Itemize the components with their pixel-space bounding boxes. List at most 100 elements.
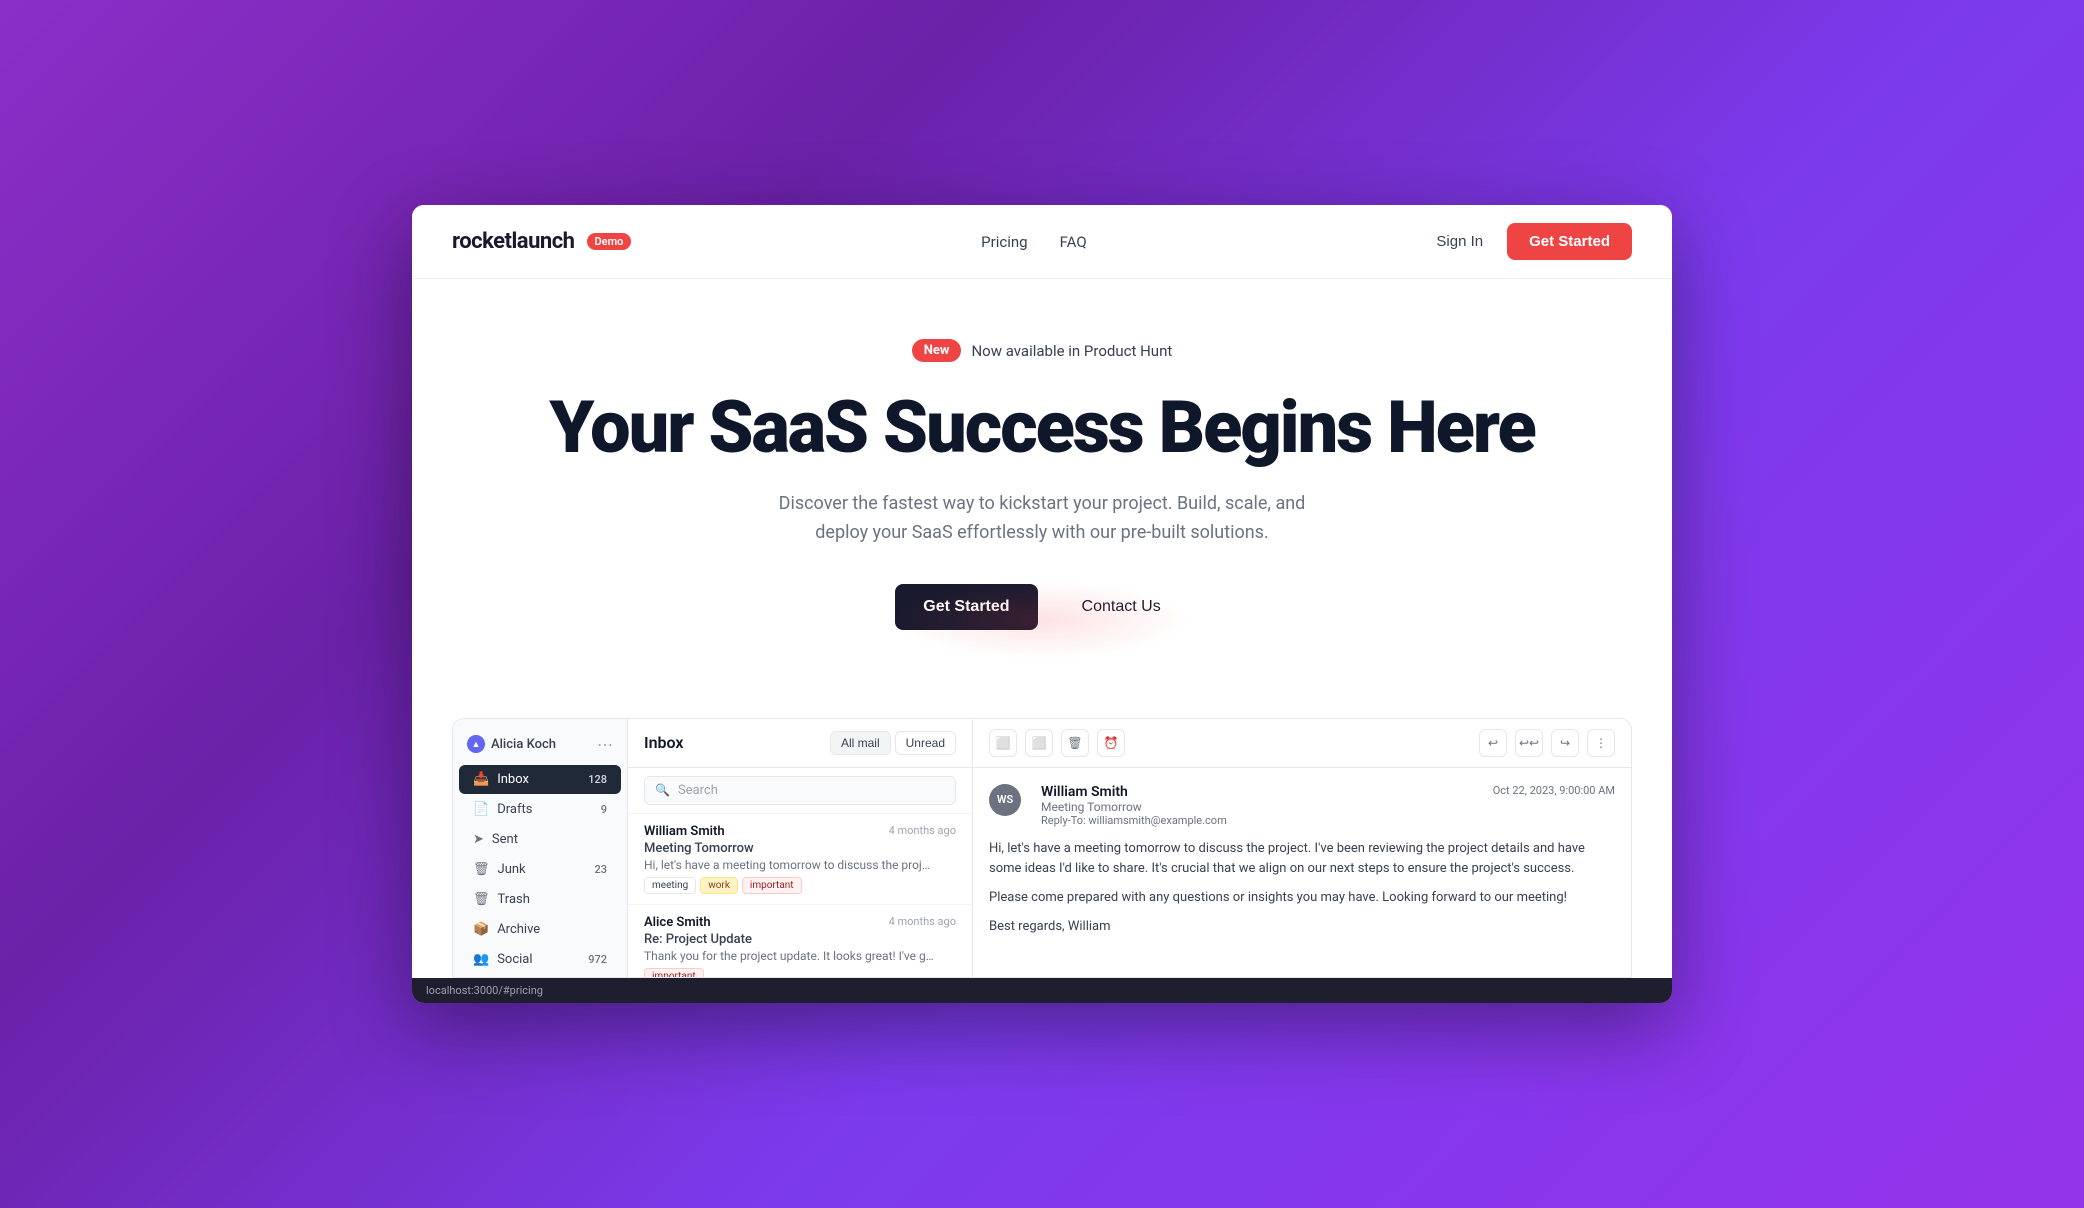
- social-count: 972: [588, 953, 607, 966]
- sidebar-menu-icon[interactable]: ⋯: [597, 735, 613, 754]
- tag-meeting: meeting: [644, 877, 696, 894]
- get-started-nav-button[interactable]: Get Started: [1507, 223, 1632, 260]
- filter-all-button[interactable]: All mail: [830, 731, 891, 755]
- inbox-count: 128: [588, 773, 607, 786]
- email-tags-1: meeting work important: [644, 877, 956, 894]
- toolbar-right-icons: ↩ ↩↩ ↪ ⋮: [1479, 729, 1615, 757]
- search-icon: 🔍: [655, 783, 670, 797]
- tag-work: work: [700, 877, 738, 894]
- email-app-preview: ▲ Alicia Koch ⋯ 📥 Inbox 128 📄 Drafts: [452, 718, 1632, 978]
- nav-link-faq[interactable]: FAQ: [1060, 233, 1087, 251]
- sent-label: Sent: [492, 832, 518, 847]
- drafts-count: 9: [601, 803, 607, 816]
- email-time-1: 4 months ago: [889, 824, 956, 839]
- announcement-bar: New Now available in Product Hunt: [452, 339, 1632, 362]
- logo-text: rocketlaunch: [452, 229, 575, 254]
- email-body: Hi, let's have a meeting tomorrow to dis…: [989, 839, 1615, 938]
- sign-in-button[interactable]: Sign In: [1436, 233, 1483, 250]
- inbox-label: Inbox: [497, 772, 529, 787]
- email-detail-header: WS William Smith Meeting Tomorrow Reply-…: [989, 784, 1615, 827]
- email-detail-content: WS William Smith Meeting Tomorrow Reply-…: [973, 768, 1631, 962]
- forward-toolbar-icon[interactable]: ↪: [1551, 729, 1579, 757]
- logo-area: rocketlaunch Demo: [452, 229, 631, 254]
- inbox-icon: 📥: [473, 772, 489, 787]
- search-input-wrap[interactable]: 🔍 Search: [644, 776, 956, 805]
- body-paragraph-1: Hi, let's have a meeting tomorrow to dis…: [989, 839, 1615, 881]
- detail-subject: Meeting Tomorrow: [1041, 800, 1227, 814]
- sidebar-item-inbox[interactable]: 📥 Inbox 128: [459, 765, 621, 794]
- social-icon: 👥: [473, 952, 489, 967]
- tag-important-2: important: [644, 968, 704, 977]
- detail-date: Oct 22, 2023, 9:00:00 AM: [1493, 784, 1615, 797]
- email-sidebar: ▲ Alicia Koch ⋯ 📥 Inbox 128 📄 Drafts: [453, 719, 628, 977]
- social-label: Social: [497, 952, 532, 967]
- sidebar-item-junk[interactable]: 🗑 Junk 23: [459, 855, 621, 884]
- detail-sender-name: William Smith: [1041, 784, 1227, 800]
- nav-actions: Sign In Get Started: [1436, 223, 1632, 260]
- sidebar-item-trash[interactable]: 🗑 Trash: [459, 885, 621, 914]
- email-list-panel: Inbox All mail Unread 🔍 Search William S…: [628, 719, 973, 977]
- get-started-hero-button[interactable]: Get Started: [895, 584, 1037, 630]
- trash-icon: 🗑: [473, 892, 490, 907]
- email-tags-2: important: [644, 968, 956, 977]
- hero-section: New Now available in Product Hunt Your S…: [412, 279, 1672, 717]
- email-detail-toolbar: ⬜ ⬜ 🗑 ⏰ ↩ ↩↩ ↪ ⋮: [973, 719, 1631, 768]
- email-filter-buttons: All mail Unread: [830, 731, 956, 755]
- email-list-title: Inbox: [644, 733, 684, 752]
- junk-label: Junk: [498, 862, 526, 877]
- drafts-label: Drafts: [497, 802, 532, 817]
- sidebar-item-social[interactable]: 👥 Social 972: [459, 945, 621, 974]
- user-avatar-icon: ▲: [467, 735, 485, 753]
- archive-label: Archive: [497, 922, 540, 937]
- tag-important: important: [742, 877, 802, 894]
- email-sender-2: Alice Smith: [644, 915, 711, 930]
- sidebar-username: Alicia Koch: [491, 737, 556, 752]
- junk-count: 23: [594, 863, 607, 876]
- email-search-area: 🔍 Search: [628, 768, 972, 814]
- delete-toolbar-icon[interactable]: 🗑: [1061, 729, 1089, 757]
- body-paragraph-3: Best regards, William: [989, 917, 1615, 938]
- email-detail-panel: ⬜ ⬜ 🗑 ⏰ ↩ ↩↩ ↪ ⋮ WS William S: [973, 719, 1631, 977]
- email-list-header: Inbox All mail Unread: [628, 719, 972, 768]
- snooze-toolbar-icon[interactable]: ⏰: [1097, 729, 1125, 757]
- browser-window: rocketlaunch Demo Pricing FAQ Sign In Ge…: [412, 205, 1672, 1002]
- sent-icon: ➤: [473, 832, 484, 847]
- url-display: localhost:3000/#pricing: [426, 984, 543, 997]
- hero-title: Your SaaS Success Begins Here: [452, 390, 1632, 466]
- product-hunt-text: Now available in Product Hunt: [971, 342, 1172, 360]
- sidebar-item-archive[interactable]: 📦 Archive: [459, 915, 621, 944]
- email-item-william[interactable]: William Smith 4 months ago Meeting Tomor…: [628, 814, 972, 905]
- nav-link-pricing[interactable]: Pricing: [981, 233, 1027, 251]
- toolbar-left-icons: ⬜ ⬜ 🗑 ⏰: [989, 729, 1125, 757]
- demo-badge: Demo: [587, 233, 632, 250]
- sender-avatar: WS: [989, 784, 1021, 816]
- trash-label: Trash: [498, 892, 530, 907]
- email-preview-2: Thank you for the project update. It loo…: [644, 949, 934, 963]
- reply-toolbar-icon[interactable]: ↩: [1479, 729, 1507, 757]
- email-subject-2: Re: Project Update: [644, 932, 956, 947]
- email-subject-1: Meeting Tomorrow: [644, 841, 956, 856]
- junk-icon: 🗑: [473, 862, 490, 877]
- email-meta: William Smith Meeting Tomorrow Reply-To:…: [1041, 784, 1227, 827]
- archive-toolbar-icon[interactable]: ⬜: [989, 729, 1017, 757]
- more-toolbar-icon[interactable]: ⋮: [1587, 729, 1615, 757]
- navbar: rocketlaunch Demo Pricing FAQ Sign In Ge…: [412, 205, 1672, 279]
- email-time-2: 4 months ago: [889, 915, 956, 930]
- sidebar-item-sent[interactable]: ➤ Sent: [459, 825, 621, 854]
- archive-icon: 📦: [473, 922, 489, 937]
- spam-toolbar-icon[interactable]: ⬜: [1025, 729, 1053, 757]
- email-item-alice[interactable]: Alice Smith 4 months ago Re: Project Upd…: [628, 905, 972, 977]
- sidebar-user: ▲ Alicia Koch: [467, 735, 556, 753]
- new-badge: New: [912, 339, 962, 362]
- hero-subtitle: Discover the fastest way to kickstart yo…: [762, 490, 1322, 548]
- sidebar-item-drafts[interactable]: 📄 Drafts 9: [459, 795, 621, 824]
- detail-reply-to: Reply-To: williamsmith@example.com: [1041, 814, 1227, 827]
- nav-links: Pricing FAQ: [981, 233, 1086, 251]
- body-paragraph-2: Please come prepared with any questions …: [989, 888, 1615, 909]
- sidebar-header: ▲ Alicia Koch ⋯: [453, 731, 627, 764]
- reply-all-toolbar-icon[interactable]: ↩↩: [1515, 729, 1543, 757]
- contact-us-button[interactable]: Contact Us: [1054, 584, 1189, 630]
- filter-unread-button[interactable]: Unread: [895, 731, 956, 755]
- hero-cta-buttons: Get Started Contact Us: [452, 584, 1632, 630]
- drafts-icon: 📄: [473, 802, 489, 817]
